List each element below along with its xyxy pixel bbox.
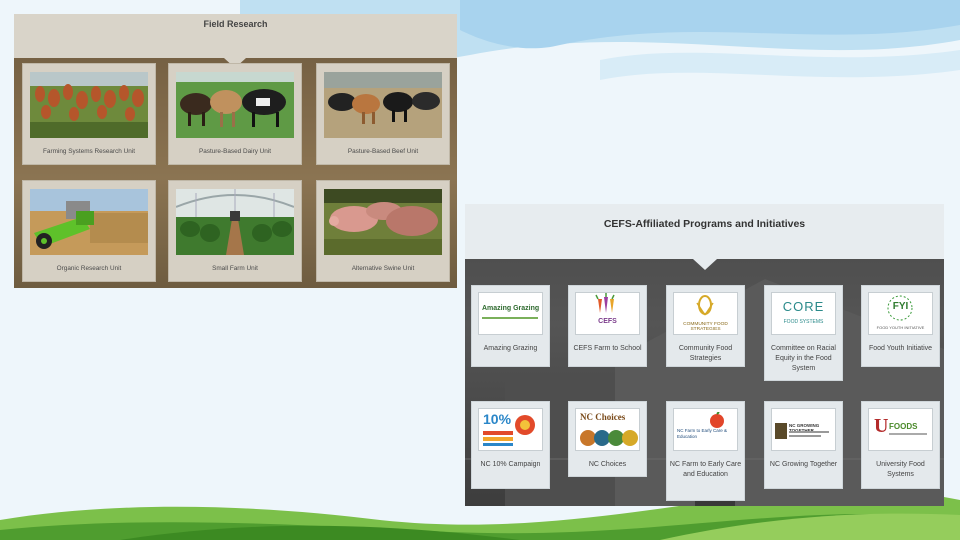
program-card-community-food[interactable]: COMMUNITY FOOD STRATEGIES Community Food… bbox=[666, 285, 745, 367]
field-card-farming-systems[interactable]: Farming Systems Research Unit bbox=[22, 63, 156, 165]
nc-10-percent-logo: 10% bbox=[478, 408, 543, 451]
field-card-label: Alternative Swine Unit bbox=[351, 265, 415, 272]
sorghum-field-photo bbox=[30, 72, 148, 138]
program-label: Food Youth Initiative bbox=[868, 345, 933, 352]
program-label: NC 10% Campaign bbox=[480, 461, 541, 468]
field-card-label: Pasture-Based Dairy Unit bbox=[198, 148, 272, 155]
cefs-title: CEFS-Affiliated Programs and Initiatives bbox=[603, 218, 806, 230]
program-card-fyi[interactable]: FYI FOOD YOUTH INITIATIVE Food Youth Ini… bbox=[861, 285, 940, 367]
program-card-farm-to-early-care[interactable]: NC Farm to Early Care & Education NC Far… bbox=[666, 401, 745, 501]
program-label: CEFS Farm to School bbox=[573, 345, 642, 352]
program-card-nc-growing-together[interactable]: NC GROWING TOGETHER NC Growing Together bbox=[764, 401, 843, 489]
field-card-beef[interactable]: Pasture-Based Beef Unit bbox=[316, 63, 450, 165]
program-card-nc-choices[interactable]: NC Choices NC Choices bbox=[568, 401, 647, 477]
header-pointer bbox=[693, 259, 717, 270]
program-card-core[interactable]: CORE FOOD SYSTEMS Committee on Racial Eq… bbox=[764, 285, 843, 381]
pigs-photo bbox=[324, 189, 442, 255]
program-card-farm-to-school[interactable]: CEFS CEFS Farm to School bbox=[568, 285, 647, 367]
program-card-amazing-grazing[interactable]: Amazing Grazing Amazing Grazing bbox=[471, 285, 550, 367]
program-label: NC Choices bbox=[588, 461, 627, 468]
program-label: Amazing Grazing bbox=[483, 345, 538, 352]
field-card-dairy[interactable]: Pasture-Based Dairy Unit bbox=[168, 63, 302, 165]
program-card-nc-10[interactable]: 10% NC 10% Campaign bbox=[471, 401, 550, 489]
field-card-swine[interactable]: Alternative Swine Unit bbox=[316, 180, 450, 282]
field-card-label: Small Farm Unit bbox=[212, 265, 258, 272]
program-label: University Food Systems bbox=[876, 461, 925, 478]
core-logo: CORE FOOD SYSTEMS bbox=[771, 292, 836, 335]
field-card-label: Pasture-Based Beef Unit bbox=[347, 148, 419, 155]
nc-growing-together-logo: NC GROWING TOGETHER bbox=[771, 408, 836, 451]
program-label: NC Growing Together bbox=[769, 461, 838, 468]
field-card-label: Farming Systems Research Unit bbox=[43, 148, 135, 155]
cefs-farm-to-school-logo: CEFS bbox=[575, 292, 640, 335]
greenhouse-photo bbox=[176, 189, 294, 255]
program-label: Community Food Strategies bbox=[678, 345, 733, 362]
program-label: Committee on Racial Equity in the Food S… bbox=[771, 345, 836, 372]
beef-cattle-photo bbox=[324, 72, 442, 138]
cefs-programs-panel: CEFS-Affiliated Programs and Initiatives… bbox=[465, 204, 944, 506]
field-research-title: Field Research bbox=[203, 19, 268, 29]
dairy-cows-photo bbox=[176, 72, 294, 138]
program-label: NC Farm to Early Care and Education bbox=[669, 461, 742, 478]
field-card-small-farm[interactable]: Small Farm Unit bbox=[168, 180, 302, 282]
fyi-logo: FYI FOOD YOUTH INITIATIVE bbox=[868, 292, 933, 335]
nc-farm-to-early-care-logo: NC Farm to Early Care & Education bbox=[673, 408, 738, 451]
program-card-university-food[interactable]: U FOODS University Food Systems bbox=[861, 401, 940, 489]
field-card-label: Organic Research Unit bbox=[56, 265, 122, 272]
field-card-organic[interactable]: Organic Research Unit bbox=[22, 180, 156, 282]
field-research-panel: Field Research Farming Systems Research … bbox=[14, 14, 457, 288]
amazing-grazing-logo: Amazing Grazing bbox=[478, 292, 543, 335]
field-research-header: Field Research bbox=[14, 14, 457, 58]
harvester-photo bbox=[30, 189, 148, 255]
university-food-systems-logo: U FOODS bbox=[868, 408, 933, 451]
cefs-header: CEFS-Affiliated Programs and Initiatives bbox=[465, 204, 944, 259]
nc-choices-logo: NC Choices bbox=[575, 408, 640, 451]
community-food-strategies-logo: COMMUNITY FOOD STRATEGIES bbox=[673, 292, 738, 335]
